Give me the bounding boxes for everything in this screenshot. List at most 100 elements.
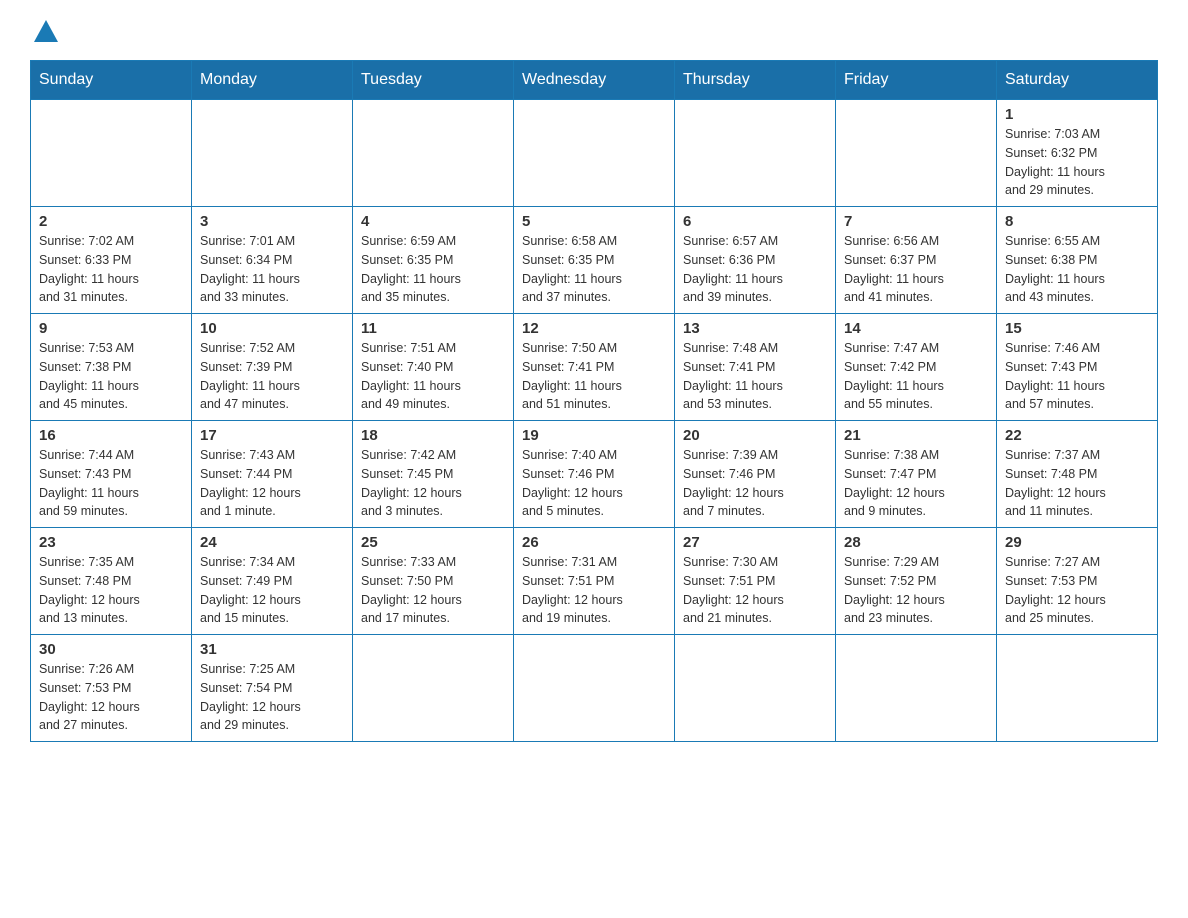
day-info: Sunrise: 7:34 AM Sunset: 7:49 PM Dayligh… — [200, 553, 344, 628]
calendar-cell: 5 Sunrise: 6:58 AM Sunset: 6:35 PM Daylig… — [514, 207, 675, 314]
calendar-cell: 11 Sunrise: 7:51 AM Sunset: 7:40 PM Dayli… — [353, 314, 514, 421]
calendar-week-3: 9 Sunrise: 7:53 AM Sunset: 7:38 PM Daylig… — [31, 314, 1158, 421]
calendar-week-5: 23 Sunrise: 7:35 AM Sunset: 7:48 PM Dayli… — [31, 528, 1158, 635]
calendar-cell — [836, 100, 997, 207]
calendar-table: SundayMondayTuesdayWednesdayThursdayFrid… — [30, 60, 1158, 742]
day-info: Sunrise: 7:39 AM Sunset: 7:46 PM Dayligh… — [683, 446, 827, 521]
calendar-cell: 10Sunrise: 7:52 AM Sunset: 7:39 PM Dayli… — [192, 314, 353, 421]
calendar-cell: 30 Sunrise: 7:26 AM Sunset: 7:53 PM Dayli… — [31, 635, 192, 742]
weekday-header-monday: Monday — [192, 61, 353, 100]
page-header — [30, 20, 1158, 44]
calendar-week-6: 30 Sunrise: 7:26 AM Sunset: 7:53 PM Dayli… — [31, 635, 1158, 742]
day-number: 9 — [39, 320, 183, 337]
day-number: 28 — [844, 534, 988, 551]
calendar-cell: 17Sunrise: 7:43 AM Sunset: 7:44 PM Dayli… — [192, 421, 353, 528]
weekday-header-sunday: Sunday — [31, 61, 192, 100]
day-info: Sunrise: 7:42 AM Sunset: 7:45 PM Dayligh… — [361, 446, 505, 521]
day-number: 24 — [200, 534, 344, 551]
day-number: 29 — [1005, 534, 1149, 551]
calendar-cell: 2Sunrise: 7:02 AM Sunset: 6:33 PM Daylig… — [31, 207, 192, 314]
day-info: Sunrise: 7:52 AM Sunset: 7:39 PM Dayligh… — [200, 339, 344, 414]
day-info: Sunrise: 7:26 AM Sunset: 7:53 PM Dayligh… — [39, 660, 183, 735]
day-number: 13 — [683, 320, 827, 337]
calendar-cell: 28 Sunrise: 7:29 AM Sunset: 7:52 PM Dayli… — [836, 528, 997, 635]
calendar-cell: 6Sunrise: 6:57 AM Sunset: 6:36 PM Daylig… — [675, 207, 836, 314]
day-info: Sunrise: 7:53 AM Sunset: 7:38 PM Dayligh… — [39, 339, 183, 414]
day-number: 17 — [200, 427, 344, 444]
weekday-header-row: SundayMondayTuesdayWednesdayThursdayFrid… — [31, 61, 1158, 100]
day-number: 20 — [683, 427, 827, 444]
day-info: Sunrise: 7:03 AM Sunset: 6:32 PM Dayligh… — [1005, 125, 1149, 200]
day-number: 15 — [1005, 320, 1149, 337]
calendar-week-1: 1 Sunrise: 7:03 AM Sunset: 6:32 PM Daylig… — [31, 100, 1158, 207]
day-number: 11 — [361, 320, 505, 337]
day-info: Sunrise: 7:37 AM Sunset: 7:48 PM Dayligh… — [1005, 446, 1149, 521]
calendar-cell: 15Sunrise: 7:46 AM Sunset: 7:43 PM Dayli… — [997, 314, 1158, 421]
calendar-cell — [675, 635, 836, 742]
day-number: 12 — [522, 320, 666, 337]
day-info: Sunrise: 6:58 AM Sunset: 6:35 PM Dayligh… — [522, 232, 666, 307]
calendar-cell — [31, 100, 192, 207]
calendar-cell: 3Sunrise: 7:01 AM Sunset: 6:34 PM Daylig… — [192, 207, 353, 314]
day-info: Sunrise: 7:38 AM Sunset: 7:47 PM Dayligh… — [844, 446, 988, 521]
calendar-cell: 16Sunrise: 7:44 AM Sunset: 7:43 PM Dayli… — [31, 421, 192, 528]
calendar-cell: 22 Sunrise: 7:37 AM Sunset: 7:48 PM Dayli… — [997, 421, 1158, 528]
calendar-cell — [675, 100, 836, 207]
calendar-cell — [192, 100, 353, 207]
day-number: 30 — [39, 641, 183, 658]
calendar-cell: 4 Sunrise: 6:59 AM Sunset: 6:35 PM Daylig… — [353, 207, 514, 314]
day-info: Sunrise: 7:44 AM Sunset: 7:43 PM Dayligh… — [39, 446, 183, 521]
calendar-cell — [353, 635, 514, 742]
weekday-header-tuesday: Tuesday — [353, 61, 514, 100]
day-number: 6 — [683, 213, 827, 230]
day-number: 21 — [844, 427, 988, 444]
calendar-week-2: 2Sunrise: 7:02 AM Sunset: 6:33 PM Daylig… — [31, 207, 1158, 314]
day-info: Sunrise: 7:31 AM Sunset: 7:51 PM Dayligh… — [522, 553, 666, 628]
day-number: 25 — [361, 534, 505, 551]
day-info: Sunrise: 7:47 AM Sunset: 7:42 PM Dayligh… — [844, 339, 988, 414]
day-number: 1 — [1005, 106, 1149, 123]
day-number: 18 — [361, 427, 505, 444]
calendar-cell: 25Sunrise: 7:33 AM Sunset: 7:50 PM Dayli… — [353, 528, 514, 635]
weekday-header-thursday: Thursday — [675, 61, 836, 100]
day-number: 3 — [200, 213, 344, 230]
calendar-cell: 26 Sunrise: 7:31 AM Sunset: 7:51 PM Dayli… — [514, 528, 675, 635]
day-info: Sunrise: 7:27 AM Sunset: 7:53 PM Dayligh… — [1005, 553, 1149, 628]
calendar-cell: 29 Sunrise: 7:27 AM Sunset: 7:53 PM Dayli… — [997, 528, 1158, 635]
day-info: Sunrise: 7:30 AM Sunset: 7:51 PM Dayligh… — [683, 553, 827, 628]
calendar-cell: 12 Sunrise: 7:50 AM Sunset: 7:41 PM Dayli… — [514, 314, 675, 421]
weekday-header-friday: Friday — [836, 61, 997, 100]
day-number: 31 — [200, 641, 344, 658]
day-info: Sunrise: 6:55 AM Sunset: 6:38 PM Dayligh… — [1005, 232, 1149, 307]
day-info: Sunrise: 7:51 AM Sunset: 7:40 PM Dayligh… — [361, 339, 505, 414]
calendar-cell: 13Sunrise: 7:48 AM Sunset: 7:41 PM Dayli… — [675, 314, 836, 421]
day-number: 26 — [522, 534, 666, 551]
calendar-cell: 31Sunrise: 7:25 AM Sunset: 7:54 PM Dayli… — [192, 635, 353, 742]
calendar-cell: 8Sunrise: 6:55 AM Sunset: 6:38 PM Daylig… — [997, 207, 1158, 314]
calendar-cell — [353, 100, 514, 207]
day-number: 22 — [1005, 427, 1149, 444]
day-number: 27 — [683, 534, 827, 551]
calendar-cell: 7Sunrise: 6:56 AM Sunset: 6:37 PM Daylig… — [836, 207, 997, 314]
calendar-cell — [514, 635, 675, 742]
day-info: Sunrise: 7:02 AM Sunset: 6:33 PM Dayligh… — [39, 232, 183, 307]
day-info: Sunrise: 7:35 AM Sunset: 7:48 PM Dayligh… — [39, 553, 183, 628]
calendar-cell: 14 Sunrise: 7:47 AM Sunset: 7:42 PM Dayli… — [836, 314, 997, 421]
day-info: Sunrise: 6:59 AM Sunset: 6:35 PM Dayligh… — [361, 232, 505, 307]
day-info: Sunrise: 7:29 AM Sunset: 7:52 PM Dayligh… — [844, 553, 988, 628]
day-number: 5 — [522, 213, 666, 230]
day-number: 14 — [844, 320, 988, 337]
calendar-week-4: 16Sunrise: 7:44 AM Sunset: 7:43 PM Dayli… — [31, 421, 1158, 528]
day-number: 23 — [39, 534, 183, 551]
calendar-cell: 20 Sunrise: 7:39 AM Sunset: 7:46 PM Dayli… — [675, 421, 836, 528]
calendar-cell: 19Sunrise: 7:40 AM Sunset: 7:46 PM Dayli… — [514, 421, 675, 528]
weekday-header-saturday: Saturday — [997, 61, 1158, 100]
day-info: Sunrise: 7:50 AM Sunset: 7:41 PM Dayligh… — [522, 339, 666, 414]
weekday-header-wednesday: Wednesday — [514, 61, 675, 100]
calendar-cell: 1 Sunrise: 7:03 AM Sunset: 6:32 PM Daylig… — [997, 100, 1158, 207]
logo — [30, 20, 62, 44]
calendar-cell: 24 Sunrise: 7:34 AM Sunset: 7:49 PM Dayli… — [192, 528, 353, 635]
day-info: Sunrise: 6:56 AM Sunset: 6:37 PM Dayligh… — [844, 232, 988, 307]
day-number: 4 — [361, 213, 505, 230]
day-number: 19 — [522, 427, 666, 444]
